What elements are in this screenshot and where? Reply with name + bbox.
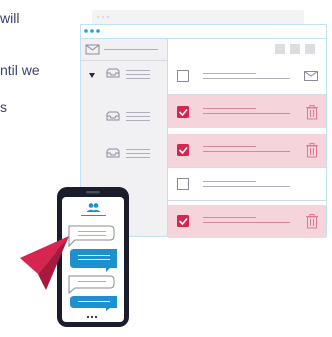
email-row-2[interactable] <box>168 95 326 128</box>
window-dot-2 <box>90 29 94 33</box>
email-row-3[interactable] <box>168 134 326 167</box>
row-checkbox-checked <box>177 106 189 118</box>
toolbar-button-3[interactable] <box>305 44 315 54</box>
illustration <box>20 10 327 327</box>
phone-illustration <box>57 187 129 327</box>
window-dot-1 <box>84 29 88 33</box>
row-checkbox-checked <box>177 215 189 227</box>
row-checkbox <box>177 70 189 82</box>
window-dot-3 <box>96 29 100 33</box>
row-checkbox-checked <box>177 144 189 156</box>
ellipsis-icon <box>86 315 98 319</box>
row-checkbox <box>177 178 189 190</box>
toolbar-button-1[interactable] <box>275 44 285 54</box>
toolbar-button-2[interactable] <box>290 44 300 54</box>
phone-speaker <box>86 191 100 194</box>
email-row-5[interactable] <box>168 205 326 238</box>
